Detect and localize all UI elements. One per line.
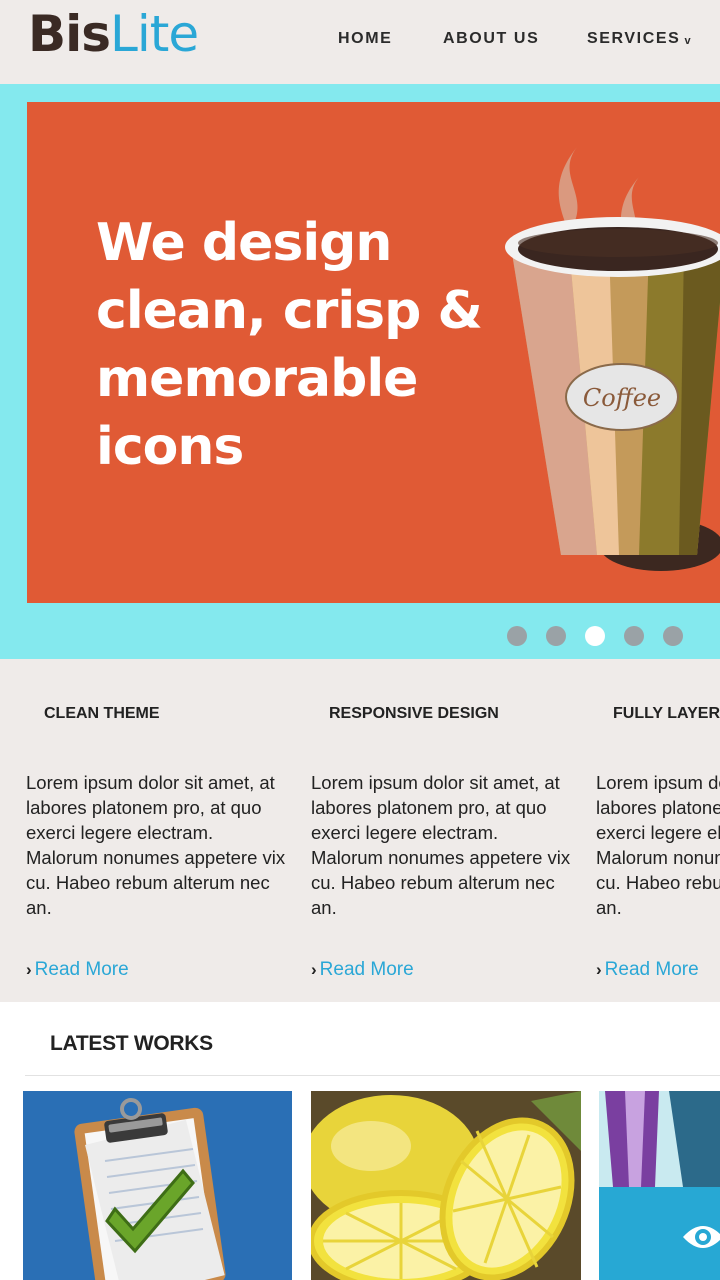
hero-slider: We design clean, crisp & memorable icons… xyxy=(0,84,720,659)
nav-services-label: SERVICES xyxy=(587,30,681,47)
feature-text: Lorem ipsum dolor sit amet, at labores p… xyxy=(596,772,720,918)
hero-line-4: icons xyxy=(96,417,244,477)
chevron-right-icon: › xyxy=(26,960,32,979)
main-nav: HOME ABOUT US SERVICES v xyxy=(0,30,720,52)
feature-title: FULLY LAYERED xyxy=(613,705,720,722)
chevron-right-icon: › xyxy=(596,960,602,979)
nav-home[interactable]: HOME xyxy=(338,30,392,48)
read-more-label: Read More xyxy=(319,959,414,980)
slider-dot-4[interactable] xyxy=(624,626,644,646)
work-thumbnail-3[interactable] xyxy=(599,1091,720,1280)
read-more-label: Read More xyxy=(604,959,699,980)
work-thumbnail-2[interactable] xyxy=(311,1091,581,1280)
nav-services[interactable]: SERVICES v xyxy=(587,30,692,48)
slider-dot-1[interactable] xyxy=(507,626,527,646)
read-more-label: Read More xyxy=(34,959,129,980)
cup-label: Coffee xyxy=(583,384,661,412)
feature-text: Lorem ipsum dolor sit amet, at labores p… xyxy=(311,772,571,918)
feature-title: RESPONSIVE DESIGN xyxy=(329,705,499,722)
read-more-link[interactable]: › Read More xyxy=(311,959,414,981)
hero-headline: We design clean, crisp & memorable icons xyxy=(96,209,483,481)
hero-line-3: memorable xyxy=(96,349,418,409)
latest-works-section: LATEST WORKS xyxy=(0,1002,720,1280)
hero-line-2: clean, crisp & xyxy=(96,281,483,341)
read-more-link[interactable]: › Read More xyxy=(596,959,699,981)
clipboard-check-icon xyxy=(74,1098,226,1280)
hero-line-1: We design xyxy=(96,213,392,273)
work-3-image xyxy=(599,1091,720,1280)
latest-works-title: LATEST WORKS xyxy=(50,1032,213,1055)
read-more-link[interactable]: › Read More xyxy=(26,959,129,981)
slider-dot-2[interactable] xyxy=(546,626,566,646)
work-thumbnail-1[interactable] xyxy=(23,1091,292,1280)
nav-about-us[interactable]: ABOUT US xyxy=(443,30,539,48)
features-section: CLEAN THEME Lorem ipsum dolor sit amet, … xyxy=(0,659,720,1002)
slider-dot-5[interactable] xyxy=(663,626,683,646)
chevron-down-icon: v xyxy=(684,35,693,47)
divider xyxy=(25,1075,720,1076)
feature-title: CLEAN THEME xyxy=(44,705,160,722)
feature-text: Lorem ipsum dolor sit amet, at labores p… xyxy=(26,772,286,918)
hero-slide: We design clean, crisp & memorable icons… xyxy=(27,102,720,603)
lemon-icon xyxy=(311,1091,581,1280)
slider-dot-3-active[interactable] xyxy=(585,626,605,646)
chevron-right-icon: › xyxy=(311,960,317,979)
site-header: BisLite HOME ABOUT US SERVICES v xyxy=(0,0,720,84)
coffee-cup-icon: Coffee xyxy=(505,147,720,571)
